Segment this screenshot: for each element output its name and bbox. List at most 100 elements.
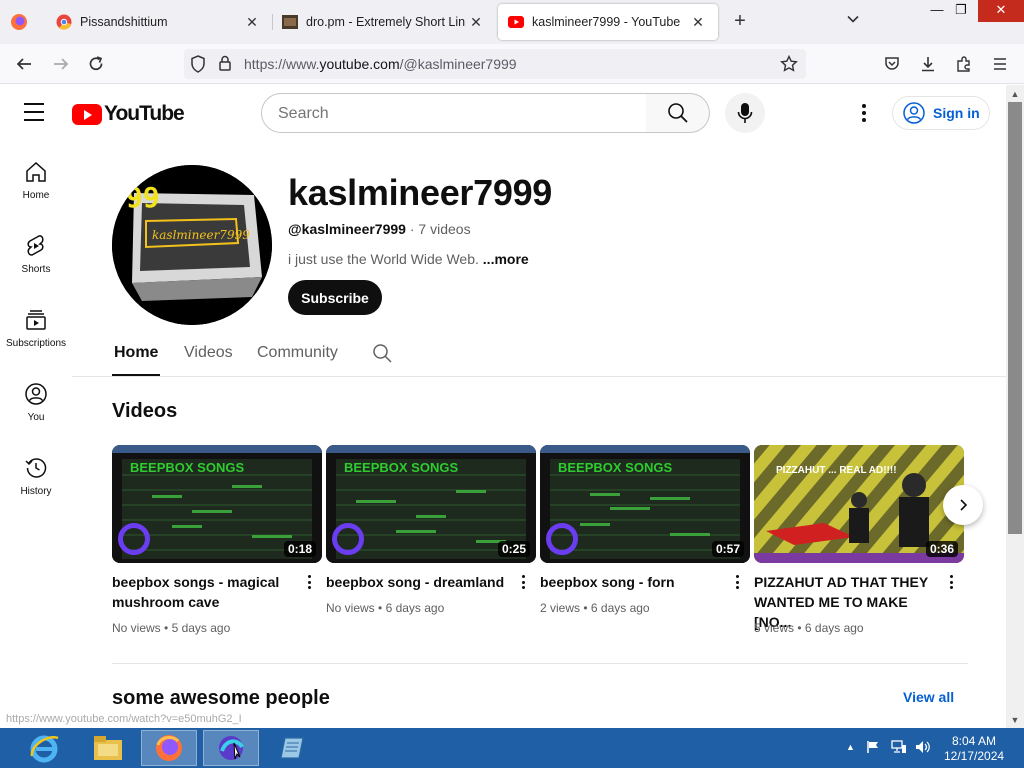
action-center-flag-icon[interactable] xyxy=(866,740,880,757)
guide-item-history[interactable]: History xyxy=(0,456,72,497)
guide-item-shorts[interactable]: Shorts xyxy=(0,234,72,275)
sign-in-label: Sign in xyxy=(933,105,980,121)
tab-close-icon[interactable]: ✕ xyxy=(466,14,486,31)
tab-videos[interactable]: Videos xyxy=(184,344,233,362)
shelf-divider xyxy=(112,663,968,664)
description-text: i just use the World Wide Web. xyxy=(288,251,483,267)
channel-handle: @kaslmineer7999 xyxy=(288,221,406,237)
show-hidden-icons-icon[interactable]: ▲ xyxy=(846,742,855,752)
video-action-menu-icon[interactable] xyxy=(306,572,312,592)
more-link[interactable]: ...more xyxy=(483,251,529,267)
youtube-favicon-icon xyxy=(508,14,524,30)
address-bar[interactable]: https://www.youtube.com/@kaslmineer7999 xyxy=(184,49,806,79)
video-thumbnail[interactable]: BEEPBOX SONGS 0:18 xyxy=(112,445,322,563)
video-duration: 0:18 xyxy=(283,541,316,557)
video-action-menu-icon[interactable] xyxy=(520,572,526,592)
tab-community[interactable]: Community xyxy=(257,344,338,362)
videos-section-title[interactable]: Videos xyxy=(112,400,177,423)
video-thumbnail[interactable]: BEEPBOX SONGS 0:57 xyxy=(540,445,750,563)
forward-arrow-icon[interactable] xyxy=(49,52,73,76)
firefox-taskbar-icon[interactable] xyxy=(141,730,197,766)
reload-icon[interactable] xyxy=(84,52,108,76)
guide-item-home[interactable]: Home xyxy=(0,160,72,201)
youtube-logo[interactable]: YouTube xyxy=(72,102,185,126)
close-window-button[interactable]: ✕ xyxy=(978,0,1024,22)
taskbar-clock[interactable]: 8:04 AM 12/17/2024 xyxy=(944,734,1004,764)
channel-name: kaslmineer7999 xyxy=(288,172,553,213)
app-taskbar-icon[interactable] xyxy=(203,730,259,766)
tab-home[interactable]: Home xyxy=(114,344,158,362)
people-section-title: some awesome people xyxy=(112,687,330,709)
video-thumbnail[interactable]: BEEPBOX SONGS 0:25 xyxy=(326,445,536,563)
shorts-icon xyxy=(24,234,48,258)
restore-button[interactable]: ❐ xyxy=(946,0,976,22)
video-title[interactable]: beepbox song - dreamland xyxy=(326,572,506,592)
guide-item-label: History xyxy=(20,486,52,497)
padlock-icon[interactable] xyxy=(218,55,232,76)
dropm-favicon-icon xyxy=(282,14,298,30)
search-button[interactable] xyxy=(646,93,710,133)
video-action-menu-icon[interactable] xyxy=(734,572,740,592)
app-menu-icon[interactable] xyxy=(988,52,1012,76)
pocket-icon[interactable] xyxy=(880,52,904,76)
scroll-down-arrow-icon[interactable]: ▼ xyxy=(1006,712,1024,728)
beepbox-logo-icon xyxy=(546,523,578,555)
scroll-up-arrow-icon[interactable]: ▲ xyxy=(1006,86,1024,102)
video-title[interactable]: beepbox song - forn xyxy=(540,572,720,592)
new-tab-button[interactable]: + xyxy=(728,10,752,34)
volume-icon[interactable] xyxy=(915,740,931,757)
extensions-icon[interactable] xyxy=(952,52,976,76)
search-icon xyxy=(667,103,688,123)
list-all-tabs-chevron-icon[interactable] xyxy=(846,12,868,34)
channel-search-icon[interactable] xyxy=(372,343,392,368)
back-arrow-icon[interactable] xyxy=(12,52,36,76)
tab-youtube-active[interactable]: kaslmineer7999 - YouTube ✕ xyxy=(498,4,718,40)
bookmark-star-icon[interactable] xyxy=(780,54,798,78)
search-input[interactable]: Search xyxy=(261,93,647,133)
guide-menu-icon[interactable] xyxy=(24,103,48,123)
avatar-computer-image: kaslmineer7999 99 xyxy=(112,165,272,325)
home-icon xyxy=(24,160,48,184)
channel-avatar[interactable]: kaslmineer7999 99 xyxy=(112,165,272,325)
sign-in-button[interactable]: Sign in xyxy=(892,96,990,130)
shelf-next-button[interactable] xyxy=(943,485,983,525)
guide-item-label: Home xyxy=(22,190,50,201)
video-duration: 0:57 xyxy=(711,541,744,557)
video-duration: 0:36 xyxy=(925,541,958,557)
tab-close-icon[interactable]: ✕ xyxy=(688,14,708,31)
voice-search-button[interactable] xyxy=(725,93,765,133)
search-placeholder: Search xyxy=(278,105,329,122)
subscriptions-icon xyxy=(24,308,48,332)
youtube-play-logo-icon xyxy=(72,103,102,125)
video-thumbnail[interactable]: PIZZAHUT ... REAL AD!!!! 0:36 xyxy=(754,445,964,563)
channel-description[interactable]: i just use the World Wide Web. ...more xyxy=(288,251,529,267)
history-icon xyxy=(24,456,48,480)
tab-close-icon[interactable]: ✕ xyxy=(242,14,262,31)
video-metadata: 5 views • 6 days ago xyxy=(754,621,864,635)
video-duration: 0:25 xyxy=(497,541,530,557)
guide-item-subscriptions[interactable]: Subscriptions xyxy=(0,308,72,349)
video-metadata: No views • 5 days ago xyxy=(112,621,231,635)
firefox-view-icon[interactable] xyxy=(8,11,30,33)
subscribe-button[interactable]: Subscribe xyxy=(288,280,382,315)
tab-dro-pm[interactable]: dro.pm - Extremely Short Links ✕ xyxy=(272,4,496,40)
network-icon[interactable] xyxy=(891,740,907,757)
view-all-link[interactable]: View all xyxy=(903,689,954,705)
beepbox-logo-icon xyxy=(118,523,150,555)
beepbox-logo-icon xyxy=(332,523,364,555)
internet-explorer-icon[interactable] xyxy=(16,730,72,766)
downloads-icon[interactable] xyxy=(916,52,940,76)
scrollbar-thumb[interactable] xyxy=(1008,102,1022,534)
settings-more-icon[interactable] xyxy=(852,101,876,125)
guide-item-you[interactable]: You xyxy=(0,382,72,423)
svg-text:kaslmineer7999: kaslmineer7999 xyxy=(152,228,250,242)
tracking-protection-shield-icon[interactable] xyxy=(190,55,206,78)
tab-pissandshittium[interactable]: Pissandshittium ✕ xyxy=(46,4,272,40)
file-explorer-icon[interactable] xyxy=(80,730,136,766)
status-bar-url: https://www.youtube.com/watch?v=e50muhG2… xyxy=(0,711,248,728)
windows-taskbar: ▲ 8:04 AM 12/17/2024 xyxy=(0,728,1024,768)
video-action-menu-icon[interactable] xyxy=(948,572,954,592)
svg-text:PIZZAHUT ... REAL AD!!!!: PIZZAHUT ... REAL AD!!!! xyxy=(776,465,897,476)
notepad-taskbar-icon[interactable] xyxy=(265,730,321,766)
video-title[interactable]: beepbox songs - magical mushroom cave xyxy=(112,572,292,612)
